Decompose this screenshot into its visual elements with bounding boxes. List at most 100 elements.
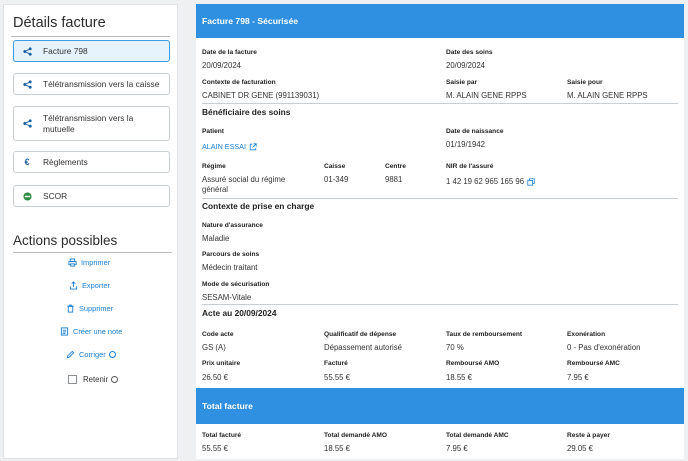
code-acte-label: Code acte	[202, 331, 234, 338]
qualif-value: Dépassement autorisé	[324, 343, 403, 352]
taux-label: Taux de remboursement	[446, 331, 523, 338]
total-amc-value: 7.95 €	[446, 444, 468, 453]
create-note-action[interactable]: Créer une note	[59, 326, 122, 336]
caisse-value: 01-349	[324, 175, 349, 184]
date-soins-label: Date des soins	[446, 49, 493, 56]
divider	[202, 304, 678, 305]
sidebar-title: Détails facture	[13, 15, 106, 31]
naissance-label: Date de naissance	[446, 128, 504, 135]
delete-action[interactable]: Supprimer	[65, 303, 113, 313]
export-action[interactable]: Exporter	[68, 280, 110, 290]
retain-label: Retenir	[83, 375, 109, 384]
date-facture-label: Date de la facture	[202, 49, 257, 56]
trash-icon	[65, 303, 75, 313]
create-note-label: Créer une note	[73, 326, 123, 336]
nav-scor[interactable]: SCOR	[13, 185, 170, 207]
divider	[202, 103, 678, 104]
nav-reglements-label: Règlements	[43, 156, 88, 167]
centre-label: Centre	[385, 163, 406, 170]
correct-action[interactable]: Corriger	[65, 349, 116, 359]
facture-label: Facturé	[324, 360, 348, 367]
rembourse-amo-value: 18.55 €	[446, 373, 473, 382]
contexte-label: Contexte de facturation	[202, 79, 276, 86]
nir-value: 1 42 19 62 965 165 96	[446, 177, 525, 186]
retain-option[interactable]: Retenir	[68, 375, 119, 384]
nav-scor-label: SCOR	[43, 190, 68, 201]
retain-checkbox[interactable]	[68, 375, 77, 384]
total-facture-label: Total facturé	[202, 432, 242, 439]
beneficiaire-title: Bénéficiaire des soins	[202, 107, 291, 117]
exoneration-label: Exonération	[567, 331, 606, 338]
regime-label: Régime	[202, 163, 226, 170]
actions-divider	[13, 252, 172, 253]
printer-icon	[67, 257, 77, 267]
nav-teletransmission-mutuelle[interactable]: Télétransmission vers la mutuelle	[13, 106, 170, 141]
exoneration-value: 0 - Pas d'exonération	[567, 343, 641, 352]
total-amo-value: 18.55 €	[324, 444, 351, 453]
caisse-label: Caisse	[324, 163, 346, 170]
regime-value: Assuré social du régime général	[202, 175, 286, 194]
saisie-par-value: M. ALAIN GENE RPPS	[446, 91, 527, 100]
patient-name: ALAIN ESSAI	[202, 142, 246, 151]
qualif-label: Qualificatif de dépense	[324, 331, 397, 338]
divider	[202, 198, 678, 199]
code-acte-value: GS (A)	[202, 343, 226, 352]
total-amc-label: Total demandé AMC	[446, 432, 509, 439]
parcours-value: Médecin traitant	[202, 263, 258, 272]
rembourse-amo-label: Remboursé AMO	[446, 360, 500, 367]
nav-teletransmission-caisse[interactable]: Télétransmission vers la caisse	[13, 73, 170, 95]
mode-label: Mode de sécurisation	[202, 281, 270, 288]
nir-label: NIR de l'assuré	[446, 163, 494, 170]
pencil-icon	[65, 349, 75, 359]
export-label: Exporter	[82, 280, 110, 290]
invoice-header: Facture 798 - Sécurisée	[196, 4, 684, 38]
share-icon	[21, 79, 33, 89]
actions-title: Actions possibles	[13, 233, 118, 248]
date-facture-value: 20/09/2024	[202, 61, 242, 70]
export-icon	[68, 280, 78, 290]
reste-value: 29.05 €	[567, 444, 594, 453]
parcours-label: Parcours de soins	[202, 251, 260, 258]
saisie-pour-label: Saisie pour	[567, 79, 603, 86]
copy-icon[interactable]	[527, 178, 535, 186]
reste-label: Reste à payer	[567, 432, 610, 439]
share-icon	[21, 119, 33, 128]
nature-label: Nature d'assurance	[202, 222, 263, 229]
naissance-value: 01/19/1942	[446, 140, 486, 149]
nir-row: 1 42 19 62 965 165 96	[446, 177, 535, 187]
nav-teletransmission-mutuelle-label: Télétransmission vers la mutuelle	[43, 112, 134, 134]
taux-value: 70 %	[446, 343, 464, 352]
note-icon	[59, 326, 69, 336]
total-title: Total facture	[202, 401, 253, 411]
saisie-pour-value: M. ALAIN GENE RPPS	[567, 91, 648, 100]
euro-icon: €	[24, 157, 30, 167]
centre-value: 9881	[385, 175, 403, 184]
acte-title: Acte au 20/09/2024	[202, 308, 277, 318]
prise-en-charge-title: Contexte de prise en charge	[202, 201, 315, 211]
scor-icon	[21, 191, 33, 201]
app-root: Détails facture Facture 798 Télétransmis…	[0, 0, 688, 461]
delete-label: Supprimer	[79, 303, 114, 313]
rembourse-amc-label: Remboursé AMC	[567, 360, 620, 367]
patient-link[interactable]: ALAIN ESSAI	[202, 142, 257, 152]
patient-label: Patient	[202, 128, 224, 135]
print-action[interactable]: Imprimer	[67, 257, 110, 267]
sidebar-divider	[11, 36, 170, 37]
saisie-par-label: Saisie par	[446, 79, 478, 86]
invoice-panel: Facture 798 - Sécurisée Date de la factu…	[196, 4, 684, 459]
info-icon[interactable]	[111, 376, 119, 383]
total-amo-label: Total demandé AMO	[324, 432, 388, 439]
rembourse-amc-value: 7.95 €	[567, 373, 589, 382]
share-icon	[21, 46, 33, 56]
total-header: Total facture	[196, 388, 684, 424]
nav-facture[interactable]: Facture 798	[13, 40, 170, 62]
nav-reglements[interactable]: € Règlements	[13, 151, 170, 173]
info-icon[interactable]	[108, 350, 116, 358]
prix-label: Prix unitaire	[202, 360, 241, 367]
total-facture-value: 55.55 €	[202, 444, 229, 453]
print-label: Imprimer	[81, 257, 111, 267]
nav-facture-label: Facture 798	[43, 45, 88, 56]
nav-teletransmission-caisse-label: Télétransmission vers la caisse	[43, 78, 160, 89]
contexte-value: CABINET DR GENE (991139031)	[202, 91, 320, 100]
prix-value: 26.50 €	[202, 373, 229, 382]
